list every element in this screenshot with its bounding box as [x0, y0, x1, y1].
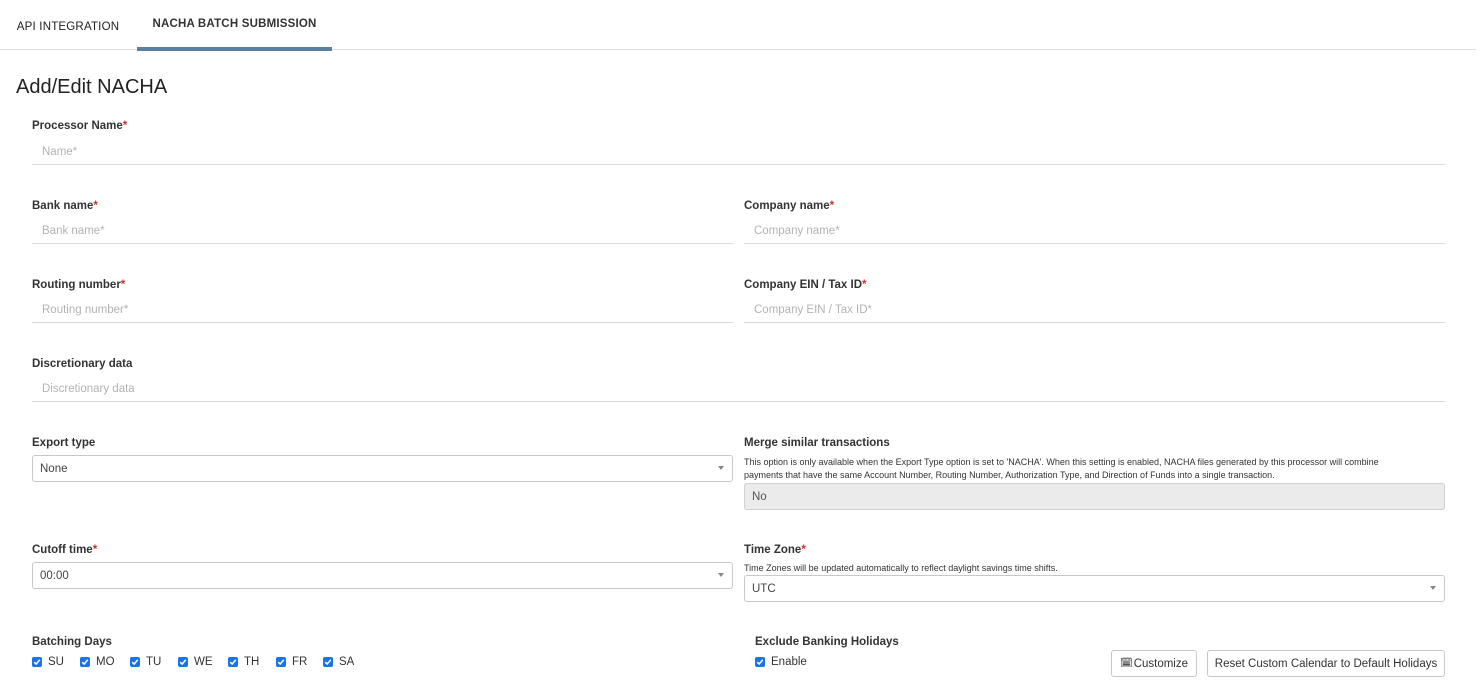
cutoff-time-select[interactable]: 00:00	[32, 562, 733, 589]
bank-name-label: Bank name*	[32, 200, 98, 212]
exclude-holidays-label: Exclude Banking Holidays	[755, 636, 899, 648]
day-label: SA	[339, 656, 355, 668]
tab-nacha-batch-submission[interactable]: NACHA BATCH SUBMISSION	[137, 0, 332, 51]
time-zone-select[interactable]: UTC	[744, 575, 1445, 602]
chevron-down-icon	[1430, 586, 1436, 590]
company-ein-input[interactable]	[744, 297, 1445, 323]
checkbox-checked-icon[interactable]	[80, 657, 90, 667]
company-name-input[interactable]	[744, 218, 1445, 244]
company-name-label: Company name*	[744, 200, 835, 212]
day-label: TH	[244, 656, 260, 668]
discretionary-data-label: Discretionary data	[32, 358, 133, 370]
enable-label: Enable	[771, 656, 807, 668]
reset-calendar-button[interactable]: Reset Custom Calendar to Default Holiday…	[1207, 650, 1445, 677]
day-checkbox-tu[interactable]: TU	[130, 656, 161, 668]
processor-name-input[interactable]	[32, 139, 1445, 165]
merge-similar-help: This option is only available when the E…	[744, 457, 1379, 480]
chevron-down-icon	[718, 466, 724, 470]
export-type-label: Export type	[32, 437, 96, 449]
day-checkbox-mo[interactable]: MO	[80, 656, 115, 668]
checkbox-checked-icon[interactable]	[276, 657, 286, 667]
customize-label: Customize	[1133, 657, 1189, 670]
bank-name-input[interactable]	[32, 218, 733, 244]
customize-button[interactable]: 🗓 Customize	[1111, 650, 1197, 677]
routing-number-input[interactable]	[32, 297, 733, 323]
batching-days-label: Batching Days	[32, 636, 112, 648]
checkbox-checked-icon[interactable]	[323, 657, 333, 667]
day-label: MO	[96, 656, 115, 668]
time-zone-help: Time Zones will be updated automatically…	[744, 563, 1058, 573]
day-checkbox-we[interactable]: WE	[178, 656, 213, 668]
day-label: TU	[146, 656, 162, 668]
discretionary-data-input[interactable]	[32, 376, 1445, 402]
day-label: WE	[194, 656, 213, 668]
day-checkbox-th[interactable]: TH	[228, 656, 259, 668]
day-checkbox-sa[interactable]: SA	[323, 656, 354, 668]
page-title: Add/Edit NACHA	[16, 76, 168, 98]
day-checkbox-fr[interactable]: FR	[276, 656, 307, 668]
tab-api-integration[interactable]: API INTEGRATION	[0, 2, 136, 51]
enable-holidays-checkbox[interactable]: Enable	[755, 656, 807, 668]
checkbox-checked-icon[interactable]	[130, 657, 140, 667]
export-type-value: None	[40, 462, 68, 475]
checkbox-checked-icon[interactable]	[228, 657, 238, 667]
day-checkbox-su[interactable]: SU	[32, 656, 64, 668]
checkbox-checked-icon[interactable]	[755, 657, 765, 667]
chevron-down-icon	[718, 573, 724, 577]
cutoff-time-label: Cutoff time*	[32, 544, 98, 556]
time-zone-value: UTC	[752, 582, 776, 595]
processor-name-label: Processor Name*	[32, 120, 128, 132]
merge-similar-select: No	[744, 483, 1445, 510]
cutoff-time-value: 00:00	[40, 569, 69, 582]
calendar-icon: 🗓	[1119, 658, 1133, 669]
checkbox-checked-icon[interactable]	[178, 657, 188, 667]
export-type-select[interactable]: None	[32, 455, 733, 482]
day-label: FR	[292, 656, 308, 668]
company-ein-label: Company EIN / Tax ID*	[744, 279, 867, 291]
checkbox-checked-icon[interactable]	[32, 657, 42, 667]
merge-similar-label: Merge similar transactions	[744, 437, 890, 449]
merge-similar-value: No	[752, 490, 767, 503]
tab-bar: API INTEGRATION NACHA BATCH SUBMISSION	[0, 0, 1476, 51]
routing-number-label: Routing number*	[32, 279, 126, 291]
time-zone-label: Time Zone*	[744, 544, 806, 556]
day-label: SU	[48, 656, 64, 668]
